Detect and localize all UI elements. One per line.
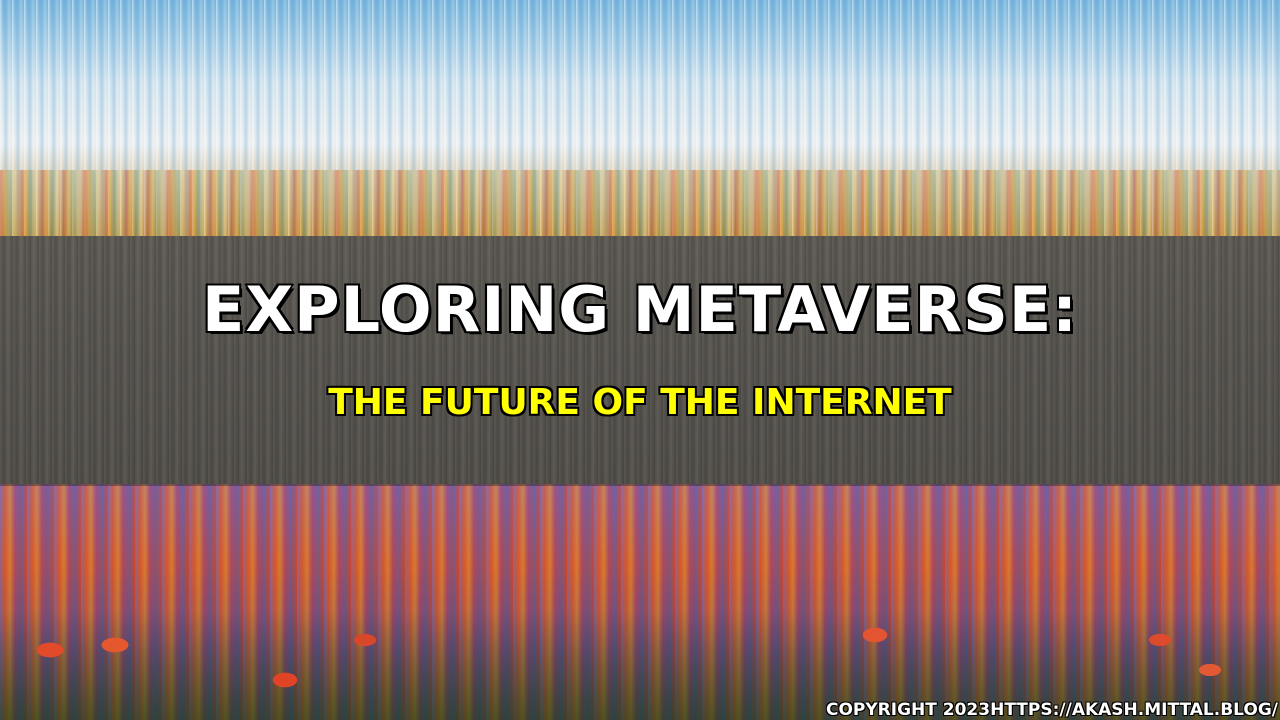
page-title: Exploring Metaverse: [201,273,1079,346]
page-subtitle: The Future of the Internet [327,382,952,423]
background-painting-bottom [0,484,1280,720]
copyright-notice: Copyright 2023https://akash.mittal.blog/ [825,700,1278,720]
background-painting-top [0,0,1280,240]
hero-banner: Exploring Metaverse: The Future of the I… [0,0,1280,720]
